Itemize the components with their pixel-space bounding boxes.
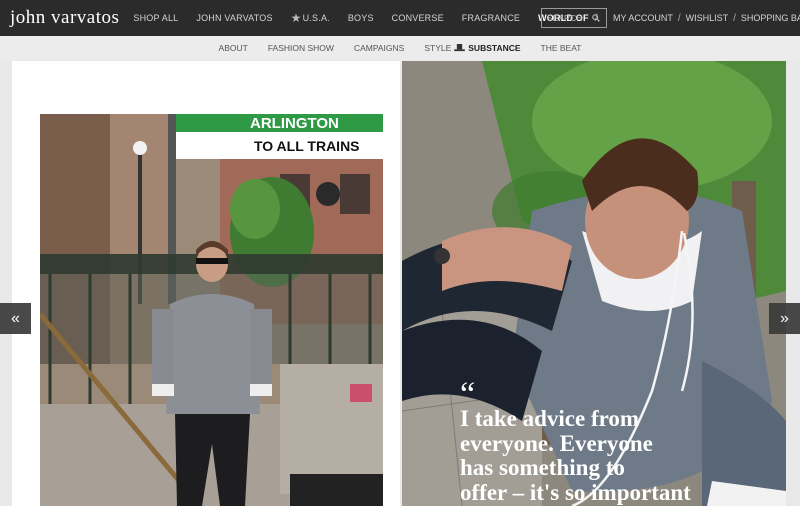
quote-line: offer – it's so important xyxy=(460,479,691,505)
account-separator: / xyxy=(677,12,681,24)
star-icon: ★ xyxy=(290,11,302,25)
nav-usa-label: U.S.A. xyxy=(302,13,330,23)
subnav-the-beat[interactable]: THE BEAT xyxy=(541,43,582,53)
my-account-link[interactable]: MY ACCOUNT xyxy=(613,13,673,23)
subnav-substance-label: SUBSTANCE xyxy=(468,43,521,53)
nav-john-varvatos[interactable]: JOHN VARVATOS xyxy=(196,13,272,23)
subnav-style-substance[interactable]: STYLE SUBSTANCE xyxy=(424,43,520,53)
top-hat-icon xyxy=(454,44,466,52)
sign-to-all-trains: TO ALL TRAINS xyxy=(254,138,360,154)
carousel-prev-button[interactable]: « xyxy=(0,303,31,334)
subnav-campaigns[interactable]: CAMPAIGNS xyxy=(354,43,404,53)
account-separator: / xyxy=(733,12,736,24)
subnav-fashion-show[interactable]: FASHION SHOW xyxy=(268,43,334,53)
double-chevron-right-icon: » xyxy=(780,309,789,327)
nav-converse[interactable]: CONVERSE xyxy=(392,13,444,23)
carousel-next-button[interactable]: » xyxy=(769,303,800,334)
shopping-bag-link[interactable]: SHOPPING BAG xyxy=(741,13,800,23)
subnav-style-label: STYLE xyxy=(424,43,452,53)
quote-line: I take advice from xyxy=(460,406,640,431)
nav-usa[interactable]: ★U.S.A. xyxy=(291,11,330,25)
nav-shop-all[interactable]: SHOP ALL xyxy=(133,13,178,23)
subway-scene-illustration: ARLINGTON TO ALL TRAINS xyxy=(40,114,383,506)
quote-mark: “ xyxy=(460,376,476,413)
top-nav-bar: john varvatos SHOP ALL JOHN VARVATOS ★U.… xyxy=(0,0,800,36)
search-box[interactable] xyxy=(541,8,607,28)
quote-overlay: “ I take advice from everyone. Everyone … xyxy=(460,376,780,505)
search-icon[interactable] xyxy=(592,14,600,22)
quote-line: has something to xyxy=(460,455,625,480)
editorial-photo-subway: ARLINGTON TO ALL TRAINS xyxy=(40,114,383,506)
subnav-about[interactable]: ABOUT xyxy=(219,43,248,53)
account-links: MY ACCOUNT / WISHLIST / SHOPPING BAG xyxy=(613,0,800,36)
double-chevron-left-icon: « xyxy=(11,309,20,327)
search-input[interactable] xyxy=(547,13,591,23)
nav-boys[interactable]: BOYS xyxy=(348,13,374,23)
wishlist-link[interactable]: WISHLIST xyxy=(686,13,729,23)
quote-line: everyone. Everyone xyxy=(460,430,653,456)
main-nav: SHOP ALL JOHN VARVATOS ★U.S.A. BOYS CONV… xyxy=(133,0,609,36)
sign-station-name: ARLINGTON xyxy=(250,115,339,132)
brand-logo[interactable]: john varvatos xyxy=(10,7,119,29)
nav-fragrance[interactable]: FRAGRANCE xyxy=(462,13,520,23)
sub-nav: ABOUT FASHION SHOW CAMPAIGNS STYLE SUBSTA… xyxy=(0,36,800,60)
